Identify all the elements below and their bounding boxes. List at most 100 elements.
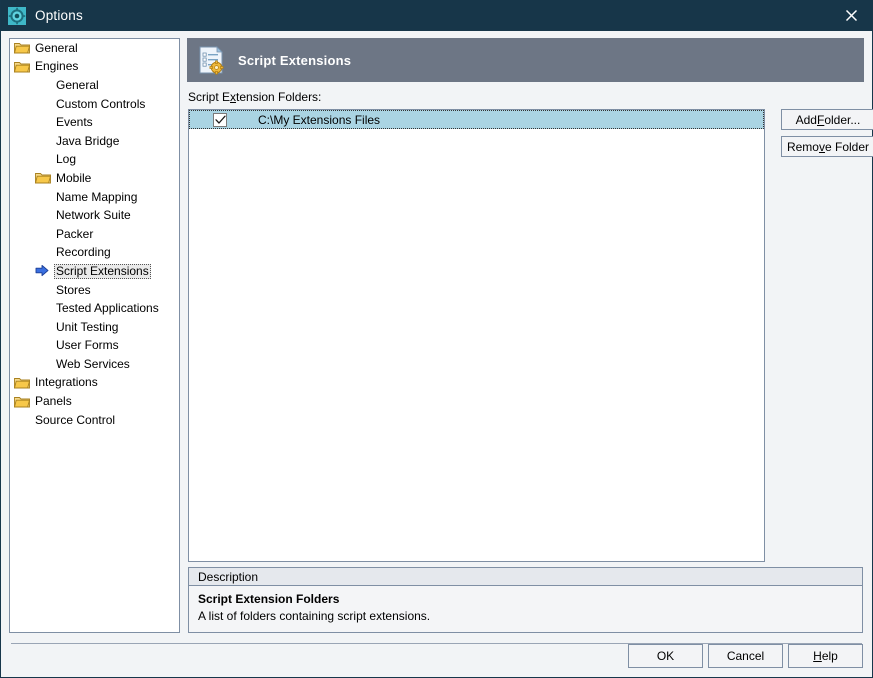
- sidebar-item-recording[interactable]: Recording: [10, 244, 179, 263]
- description-text: A list of folders containing script exte…: [198, 609, 853, 623]
- sidebar-item-label: Integrations: [33, 375, 100, 390]
- remove-folder-button[interactable]: Remove Folder: [781, 136, 873, 157]
- sidebar-item-label: Script Extensions: [54, 264, 151, 279]
- description-header: Description: [189, 568, 862, 586]
- tree-icon-placeholder: [35, 116, 51, 130]
- folder-icon: [14, 395, 30, 409]
- sidebar-item-panels[interactable]: Panels: [10, 392, 179, 411]
- arrow-right-icon: [35, 264, 51, 278]
- tree-icon-placeholder: [35, 339, 51, 353]
- label-part-pre: Script E: [188, 90, 230, 104]
- options-dialog: Options General Engines General Custom Cont…: [0, 0, 873, 678]
- dialog-body: General Engines General Custom Controls Even…: [1, 31, 872, 676]
- help-accel: H: [813, 649, 822, 663]
- sidebar-item-label: Unit Testing: [54, 320, 120, 335]
- folder-icon: [14, 41, 30, 55]
- title-bar: Options: [1, 0, 873, 31]
- script-extension-icon: [196, 45, 226, 75]
- tree-icon-placeholder: [35, 246, 51, 260]
- sidebar-item-web-services[interactable]: Web Services: [10, 355, 179, 374]
- add-folder-pre: Add: [796, 113, 817, 127]
- sidebar-item-label: Engines: [33, 59, 80, 74]
- tree-icon-placeholder: [35, 190, 51, 204]
- description-body: Script Extension Folders A list of folde…: [189, 586, 862, 623]
- sidebar-item-general[interactable]: General: [10, 76, 179, 95]
- folder-list-row[interactable]: C:\My Extensions Files: [189, 110, 764, 129]
- add-folder-accel: F: [817, 113, 824, 127]
- sidebar-item-label: Source Control: [33, 413, 117, 428]
- add-folder-button[interactable]: Add Folder...: [781, 109, 873, 130]
- options-tree[interactable]: General Engines General Custom Controls Even…: [9, 38, 180, 633]
- folder-enabled-checkbox[interactable]: [213, 113, 227, 127]
- sidebar-item-script-extensions[interactable]: Script Extensions: [10, 262, 179, 281]
- sidebar-item-network-suite[interactable]: Network Suite: [10, 206, 179, 225]
- sidebar-item-label: Custom Controls: [54, 97, 147, 112]
- sidebar-item-label: Name Mapping: [54, 190, 139, 205]
- tree-icon-placeholder: [35, 357, 51, 371]
- sidebar-item-source-control[interactable]: Source Control: [10, 411, 179, 430]
- sidebar-item-label: User Forms: [54, 338, 121, 353]
- tree-icon-placeholder: [35, 78, 51, 92]
- sidebar-item-integrations[interactable]: Integrations: [10, 374, 179, 393]
- page-header: Script Extensions: [187, 38, 864, 82]
- sidebar-item-events[interactable]: Events: [10, 113, 179, 132]
- sidebar-item-label: General: [54, 78, 101, 93]
- description-title: Script Extension Folders: [198, 592, 853, 606]
- folder-list-label: Script Extension Folders:: [188, 90, 321, 104]
- ok-label: OK: [657, 649, 674, 663]
- sidebar-item-custom-controls[interactable]: Custom Controls: [10, 95, 179, 114]
- tree-icon-placeholder: [35, 283, 51, 297]
- sidebar-item-label: Web Services: [54, 357, 132, 372]
- sidebar-item-engines[interactable]: Engines: [10, 58, 179, 77]
- folder-icon: [14, 376, 30, 390]
- ok-button[interactable]: OK: [628, 644, 703, 668]
- close-icon[interactable]: [828, 0, 873, 31]
- sidebar-item-stores[interactable]: Stores: [10, 281, 179, 300]
- sidebar-item-mobile[interactable]: Mobile: [10, 169, 179, 188]
- tree-icon-placeholder: [35, 153, 51, 167]
- sidebar-item-unit-testing[interactable]: Unit Testing: [10, 318, 179, 337]
- sidebar-item-label: Log: [54, 152, 78, 167]
- label-part-post: tension Folders:: [236, 90, 321, 104]
- cancel-button[interactable]: Cancel: [708, 644, 783, 668]
- sidebar-item-general[interactable]: General: [10, 39, 179, 58]
- sidebar-item-label: General: [33, 41, 80, 56]
- page-title: Script Extensions: [238, 53, 351, 68]
- remove-folder-pre: Remo: [787, 140, 819, 154]
- sidebar-item-label: Packer: [54, 227, 95, 242]
- sidebar-item-label: Tested Applications: [54, 301, 161, 316]
- folder-list[interactable]: C:\My Extensions Files: [188, 109, 765, 562]
- sidebar-item-packer[interactable]: Packer: [10, 225, 179, 244]
- sidebar-item-label: Recording: [54, 245, 113, 260]
- folder-icon: [35, 171, 51, 185]
- tree-icon-placeholder: [35, 227, 51, 241]
- help-post: elp: [822, 649, 838, 663]
- sidebar-item-tested-applications[interactable]: Tested Applications: [10, 299, 179, 318]
- app-gear-icon: [8, 7, 26, 25]
- tree-icon-placeholder: [35, 320, 51, 334]
- sidebar-item-label: Events: [54, 115, 95, 130]
- tree-icon-placeholder: [35, 134, 51, 148]
- folder-icon: [14, 60, 30, 74]
- sidebar-item-label: Mobile: [54, 171, 93, 186]
- options-page: Script Extensions Script Extension Folde…: [187, 38, 864, 633]
- cancel-label: Cancel: [727, 649, 764, 663]
- sidebar-item-label: Network Suite: [54, 208, 133, 223]
- help-button[interactable]: Help: [788, 644, 863, 668]
- sidebar-item-label: Stores: [54, 283, 93, 298]
- remove-folder-post: e Folder: [825, 140, 869, 154]
- sidebar-item-label: Java Bridge: [54, 134, 121, 149]
- add-folder-post: older...: [824, 113, 860, 127]
- folder-path-label: C:\My Extensions Files: [258, 113, 380, 127]
- tree-icon-placeholder: [14, 413, 30, 427]
- window-title: Options: [35, 8, 83, 23]
- sidebar-item-log[interactable]: Log: [10, 151, 179, 170]
- tree-icon-placeholder: [35, 209, 51, 223]
- tree-icon-placeholder: [35, 302, 51, 316]
- tree-icon-placeholder: [35, 97, 51, 111]
- sidebar-item-user-forms[interactable]: User Forms: [10, 337, 179, 356]
- sidebar-item-java-bridge[interactable]: Java Bridge: [10, 132, 179, 151]
- sidebar-item-name-mapping[interactable]: Name Mapping: [10, 188, 179, 207]
- description-panel: Description Script Extension Folders A l…: [188, 567, 863, 633]
- sidebar-item-label: Panels: [33, 394, 74, 409]
